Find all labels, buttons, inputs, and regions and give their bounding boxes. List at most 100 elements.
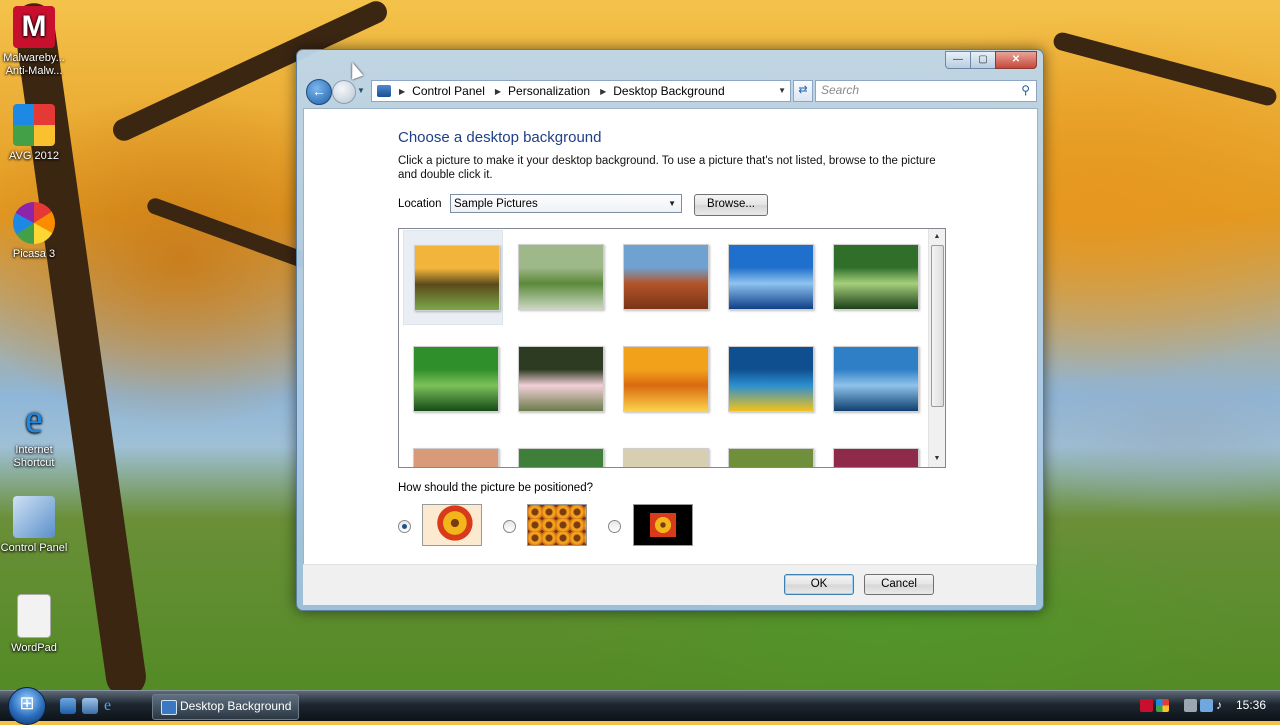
malwarebytes-icon: M	[13, 6, 55, 48]
taskbar-window-label: Desktop Background	[180, 699, 292, 713]
desktop-icon-internet-shortcut[interactable]: e Internet Shortcut	[0, 398, 70, 470]
chevron-right-icon[interactable]: ▶	[600, 87, 606, 96]
taskbar-clock[interactable]: 15:36	[1236, 698, 1266, 712]
scroll-down-icon[interactable]: ▼	[929, 451, 945, 467]
gallery-scrollbar[interactable]: ▲ ▼	[928, 229, 945, 467]
wallpaper-thumbnail[interactable]	[613, 434, 713, 467]
control-panel-icon	[13, 496, 55, 538]
switch-windows-icon[interactable]	[82, 698, 98, 714]
content-pane: Choose a desktop background Click a pict…	[303, 108, 1038, 566]
wallpaper-thumbnail[interactable]	[403, 332, 503, 427]
chevron-down-icon: ▼	[668, 199, 676, 208]
picasa-icon	[13, 202, 55, 244]
location-label: Location	[398, 198, 442, 210]
forward-button[interactable]	[332, 80, 356, 104]
desktop-icon-control-panel[interactable]: Control Panel	[0, 496, 70, 555]
wallpaper-thumbnail[interactable]	[718, 434, 818, 467]
scroll-up-icon[interactable]: ▲	[929, 229, 945, 245]
tree-branch	[1051, 30, 1279, 108]
desktop-icon-label: Internet Shortcut	[13, 444, 55, 469]
position-fit-preview[interactable]	[422, 504, 482, 546]
wallpaper-thumbnail[interactable]	[613, 332, 713, 427]
volume-icon[interactable]: ♪	[1216, 699, 1229, 712]
desktop-icon-label: WordPad	[11, 642, 57, 654]
device-tray-icon[interactable]	[1184, 699, 1197, 712]
search-icon[interactable]: ⚲	[1021, 83, 1030, 97]
search-input[interactable]	[816, 81, 1001, 99]
breadcrumb-personalization[interactable]: Personalization	[508, 84, 590, 98]
wallpaper-image	[728, 244, 814, 310]
position-fit-radio[interactable]	[398, 520, 411, 533]
start-button[interactable]	[8, 687, 46, 725]
search-box: ⚲	[815, 80, 1037, 102]
show-desktop-icon[interactable]	[60, 698, 76, 714]
wallpaper-thumbnail[interactable]	[403, 434, 503, 467]
breadcrumb-desktop-background[interactable]: Desktop Background	[613, 84, 724, 98]
close-button[interactable]: ✕	[995, 51, 1037, 69]
control-panel-icon	[377, 85, 391, 97]
wallpaper-image	[414, 245, 500, 311]
back-arrow-icon: ←	[312, 83, 326, 99]
position-tile-preview[interactable]	[527, 504, 587, 546]
wallpaper-thumbnail[interactable]	[508, 434, 608, 467]
instruction-text: Click a picture to make it your desktop …	[398, 155, 936, 181]
cancel-button[interactable]: Cancel	[864, 574, 934, 595]
taskbar: e Desktop Background ♪ 15:36	[0, 687, 1280, 725]
desktop-icon-label: Malwareby... Anti-Malw...	[3, 52, 65, 77]
location-value: Sample Pictures	[454, 198, 538, 210]
desktop-icon-label: Control Panel	[0, 542, 68, 554]
breadcrumb-control-panel[interactable]: Control Panel	[412, 84, 485, 98]
wallpaper-image	[413, 346, 499, 412]
position-question: How should the picture be positioned?	[398, 482, 593, 494]
minimize-button[interactable]: —	[945, 51, 971, 69]
picture-gallery: ▲ ▼	[398, 228, 946, 468]
wallpaper-image	[413, 448, 499, 467]
location-select[interactable]: Sample Pictures ▼	[450, 194, 682, 213]
window-controls: — ▢ ✕	[945, 51, 1037, 69]
network-icon[interactable]	[1200, 699, 1213, 712]
ok-button[interactable]: OK	[784, 574, 854, 595]
taskbar-window-desktop-background[interactable]: Desktop Background	[152, 694, 299, 720]
wallpaper-image	[623, 244, 709, 310]
page-title: Choose a desktop background	[398, 129, 602, 146]
wallpaper-image	[833, 244, 919, 310]
desktop-background-window: — ▢ ✕ ← ▼ ▶ Control Panel ▶ Personalizat…	[296, 49, 1044, 611]
address-dropdown-icon[interactable]: ▼	[778, 86, 786, 95]
wallpaper-thumbnail[interactable]	[823, 230, 923, 325]
desktop-icon-label: Picasa 3	[12, 248, 56, 260]
wallpaper-thumbnail[interactable]	[718, 332, 818, 427]
wallpaper-image	[833, 346, 919, 412]
wallpaper-thumbnail[interactable]	[718, 230, 818, 325]
chevron-right-icon[interactable]: ▶	[495, 87, 501, 96]
maximize-button[interactable]: ▢	[970, 51, 996, 69]
desktop-icon-avg[interactable]: AVG 2012	[0, 104, 70, 163]
refresh-icon: ⇄	[798, 84, 808, 96]
wallpaper-thumbnail[interactable]	[403, 230, 503, 325]
address-bar[interactable]: ▶ Control Panel ▶ Personalization ▶ Desk…	[371, 80, 791, 102]
desktop-icon-wordpad[interactable]: WordPad	[0, 594, 70, 655]
scrollbar-thumb[interactable]	[931, 245, 944, 407]
wallpaper-thumbnail[interactable]	[823, 434, 923, 467]
browse-button[interactable]: Browse...	[694, 194, 768, 216]
chevron-right-icon[interactable]: ▶	[399, 87, 405, 96]
window-icon	[161, 700, 177, 715]
desktop-icon-picasa[interactable]: Picasa 3	[0, 202, 70, 261]
position-tile-radio[interactable]	[503, 520, 516, 533]
wallpaper-thumbnail[interactable]	[823, 332, 923, 427]
system-tray: ♪ 15:36	[1138, 691, 1280, 721]
refresh-button[interactable]: ⇄	[793, 80, 813, 102]
recent-pages-dropdown[interactable]: ▼	[357, 86, 365, 95]
wallpaper-thumbnail[interactable]	[508, 230, 608, 325]
avg-tray-icon[interactable]	[1156, 699, 1169, 712]
position-center-radio[interactable]	[608, 520, 621, 533]
wallpaper-thumbnail[interactable]	[508, 332, 608, 427]
wallpaper-image	[833, 448, 919, 467]
desktop-icon-malwarebytes[interactable]: M Malwareby... Anti-Malw...	[0, 6, 70, 78]
position-center-preview[interactable]	[633, 504, 693, 546]
wallpaper-thumbnail[interactable]	[613, 230, 713, 325]
avg-icon	[13, 104, 55, 146]
back-button[interactable]: ←	[306, 79, 332, 105]
internet-explorer-icon[interactable]: e	[104, 698, 120, 714]
malwarebytes-tray-icon[interactable]	[1140, 699, 1153, 712]
wallpaper-image	[518, 244, 604, 310]
